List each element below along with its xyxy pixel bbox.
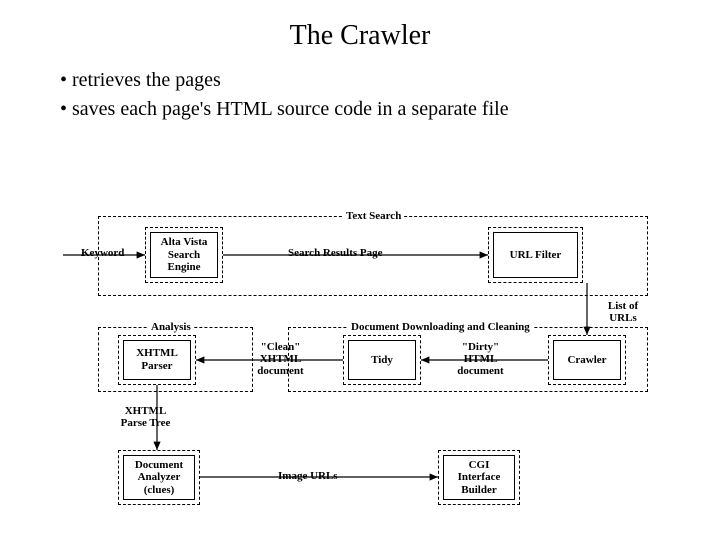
- bullet-list: retrieves the pages saves each page's HT…: [60, 66, 720, 124]
- page-title: The Crawler: [0, 20, 720, 52]
- bullet-item: saves each page's HTML source code in a …: [60, 95, 720, 124]
- architecture-diagram: Text Search Analysis Document Downloadin…: [63, 205, 658, 535]
- bullet-item: retrieves the pages: [60, 66, 720, 95]
- arrows-layer: [63, 205, 658, 535]
